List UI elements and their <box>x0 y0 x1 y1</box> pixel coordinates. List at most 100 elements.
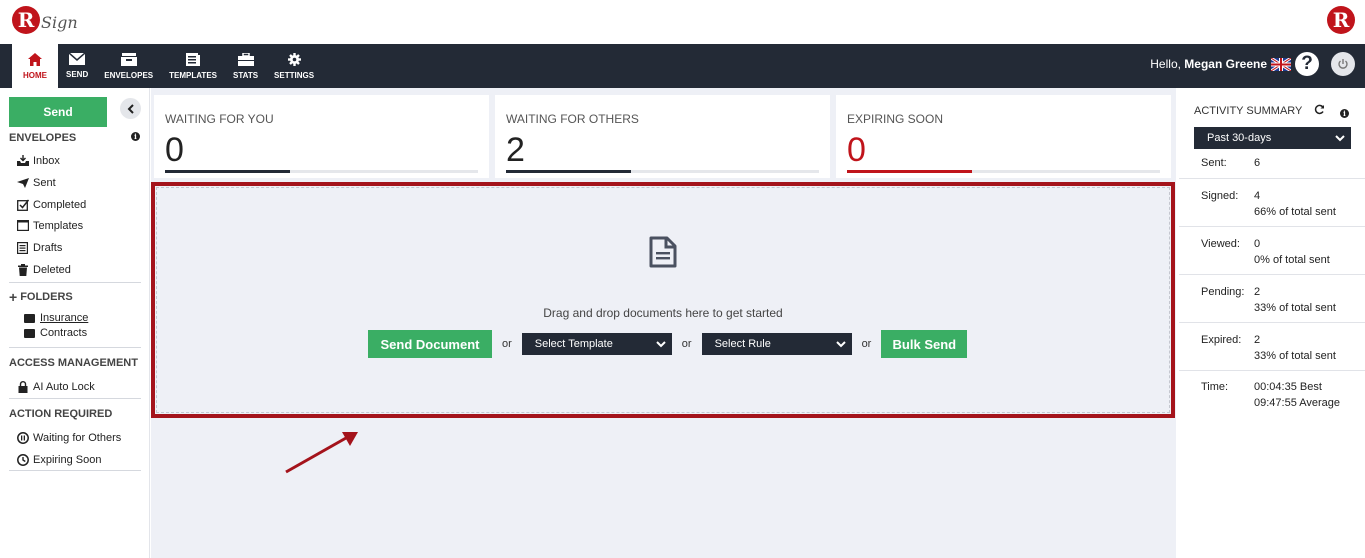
logo-r-badge: R <box>12 6 40 34</box>
document-icon <box>649 236 677 271</box>
sidebar-item-label: Waiting for Others <box>33 431 122 444</box>
select-rule-value: Select Rule <box>714 338 771 350</box>
period-dropdown[interactable]: Past 30-days <box>1194 127 1351 149</box>
nav-settings-label: SETTINGS <box>274 70 315 80</box>
divider <box>9 347 141 348</box>
or-separator: or <box>681 338 692 350</box>
stat-progress-track <box>506 170 819 173</box>
hello-text: Hello, Megan Greene <box>1150 57 1267 71</box>
select-rule-dropdown[interactable]: Select Rule <box>701 333 852 355</box>
activity-value: 00:04:35 Best <box>1254 381 1322 393</box>
help-button[interactable]: ? <box>1295 52 1319 76</box>
folder-item-insurance[interactable]: Insurance <box>24 312 88 324</box>
nav-envelopes[interactable]: ENVELOPES <box>96 44 161 88</box>
templates-icon <box>186 52 201 66</box>
sidebar-item-label: Completed <box>33 198 87 211</box>
sidebar: Send ENVELOPES i Inbox Sent Completed Te… <box>0 88 150 558</box>
uk-flag-icon[interactable] <box>1271 57 1291 71</box>
info-icon[interactable]: i <box>1340 109 1349 118</box>
template-icon <box>16 219 29 232</box>
activity-percent: 0% of total sent <box>1254 254 1330 266</box>
send-document-button[interactable]: Send Document <box>368 330 492 358</box>
stat-card-expiring-soon[interactable]: EXPIRING SOON 0 <box>836 95 1171 178</box>
activity-key: Expired: <box>1201 334 1242 346</box>
nav-home[interactable]: HOME <box>12 44 58 88</box>
sidebar-item-ai-auto-lock[interactable]: AI Auto Lock <box>16 380 95 393</box>
activity-value: 6 <box>1254 157 1261 169</box>
gear-icon <box>287 52 301 66</box>
logo-r-badge-right: R <box>1327 6 1355 34</box>
nav-templates-label: TEMPLATES <box>169 70 217 80</box>
activity-key: Time: <box>1201 381 1229 393</box>
inbox-tray-icon <box>16 154 29 167</box>
activity-value: 2 <box>1254 286 1261 298</box>
sidebar-item-completed[interactable]: Completed <box>16 198 86 211</box>
stat-value: 0 <box>847 131 866 169</box>
stat-label: WAITING FOR YOU <box>165 112 274 126</box>
folder-item-contracts[interactable]: Contracts <box>24 327 87 339</box>
annotation-arrow <box>285 432 358 474</box>
sidebar-item-inbox[interactable]: Inbox <box>16 154 60 167</box>
nav-settings[interactable]: SETTINGS <box>266 44 322 88</box>
power-icon[interactable] <box>1331 52 1355 76</box>
sidebar-item-label: Drafts <box>33 241 63 254</box>
nav-send[interactable]: SEND <box>58 44 96 88</box>
drop-zone[interactable]: Drag and drop documents here to get star… <box>151 182 1175 418</box>
folder-label: Contracts <box>40 327 88 339</box>
select-template-dropdown[interactable]: Select Template <box>521 333 672 355</box>
stat-progress-bar <box>506 170 632 173</box>
sidebar-item-sent[interactable]: Sent <box>16 176 56 189</box>
sidebar-item-label: AI Auto Lock <box>33 380 95 393</box>
activity-key: Pending: <box>1201 286 1245 298</box>
divider <box>9 470 141 471</box>
rsign-logo[interactable]: R Sign <box>12 6 78 34</box>
nav-stats[interactable]: STATS <box>225 44 266 88</box>
activity-percent: 66% of total sent <box>1254 206 1336 218</box>
send-button[interactable]: Send <box>9 97 107 127</box>
activity-row-time: Time: 00:04:35 Best 09:47:55 Average <box>1179 370 1365 416</box>
stat-card-waiting-for-others[interactable]: WAITING FOR OTHERS 2 <box>495 95 830 178</box>
refresh-icon[interactable] <box>1314 104 1325 118</box>
chevron-down-icon <box>1335 134 1345 141</box>
stat-card-waiting-for-you[interactable]: WAITING FOR YOU 0 <box>154 95 489 178</box>
sidebar-item-drafts[interactable]: Drafts <box>16 241 62 254</box>
activity-value: 2 <box>1254 334 1261 346</box>
clock-icon <box>16 453 29 466</box>
drop-zone-actions: Send Document or Select Template or Sele… <box>368 330 968 358</box>
chevron-down-icon <box>835 340 846 347</box>
user-name[interactable]: Megan Greene <box>1184 57 1267 71</box>
select-template-value: Select Template <box>534 338 613 350</box>
brand-logo-right[interactable]: R <box>1327 6 1355 34</box>
activity-value: 4 <box>1254 190 1261 202</box>
nav-templates[interactable]: TEMPLATES <box>161 44 225 88</box>
activity-summary-title: ACTIVITY SUMMARY <box>1194 105 1303 117</box>
drop-zone-dashed-border <box>156 187 1170 413</box>
trash-icon <box>16 263 29 276</box>
sidebar-item-label: Deleted <box>33 263 71 276</box>
folder-label: Insurance <box>40 312 89 324</box>
plus-icon[interactable]: + <box>9 290 17 304</box>
folders-label: FOLDERS <box>20 291 73 303</box>
or-separator: or <box>861 338 872 350</box>
sidebar-item-waiting-for-others[interactable]: Waiting for Others <box>16 431 121 444</box>
folders-heading[interactable]: + FOLDERS <box>9 290 73 304</box>
brand-bar: R Sign R <box>0 0 1365 44</box>
stat-label: EXPIRING SOON <box>847 112 944 126</box>
stat-value: 0 <box>165 131 184 169</box>
user-area: Hello, Megan Greene ? <box>1150 52 1355 76</box>
sidebar-item-templates[interactable]: Templates <box>16 219 83 232</box>
stat-value: 2 <box>506 131 525 169</box>
sidebar-item-deleted[interactable]: Deleted <box>16 263 71 276</box>
activity-percent: 33% of total sent <box>1254 302 1336 314</box>
drop-zone-text: Drag and drop documents here to get star… <box>543 306 783 320</box>
bulk-send-button[interactable]: Bulk Send <box>881 330 968 358</box>
stat-progress-bar <box>165 170 291 173</box>
activity-key: Sent: <box>1201 157 1227 169</box>
period-value: Past 30-days <box>1207 132 1272 144</box>
paper-plane-icon <box>16 176 29 189</box>
sidebar-item-expiring-soon[interactable]: Expiring Soon <box>16 453 102 466</box>
briefcase-icon <box>237 52 254 66</box>
chevron-left-icon[interactable] <box>120 98 141 119</box>
nav-envelopes-label: ENVELOPES <box>104 70 154 80</box>
info-icon[interactable]: i <box>131 132 140 141</box>
